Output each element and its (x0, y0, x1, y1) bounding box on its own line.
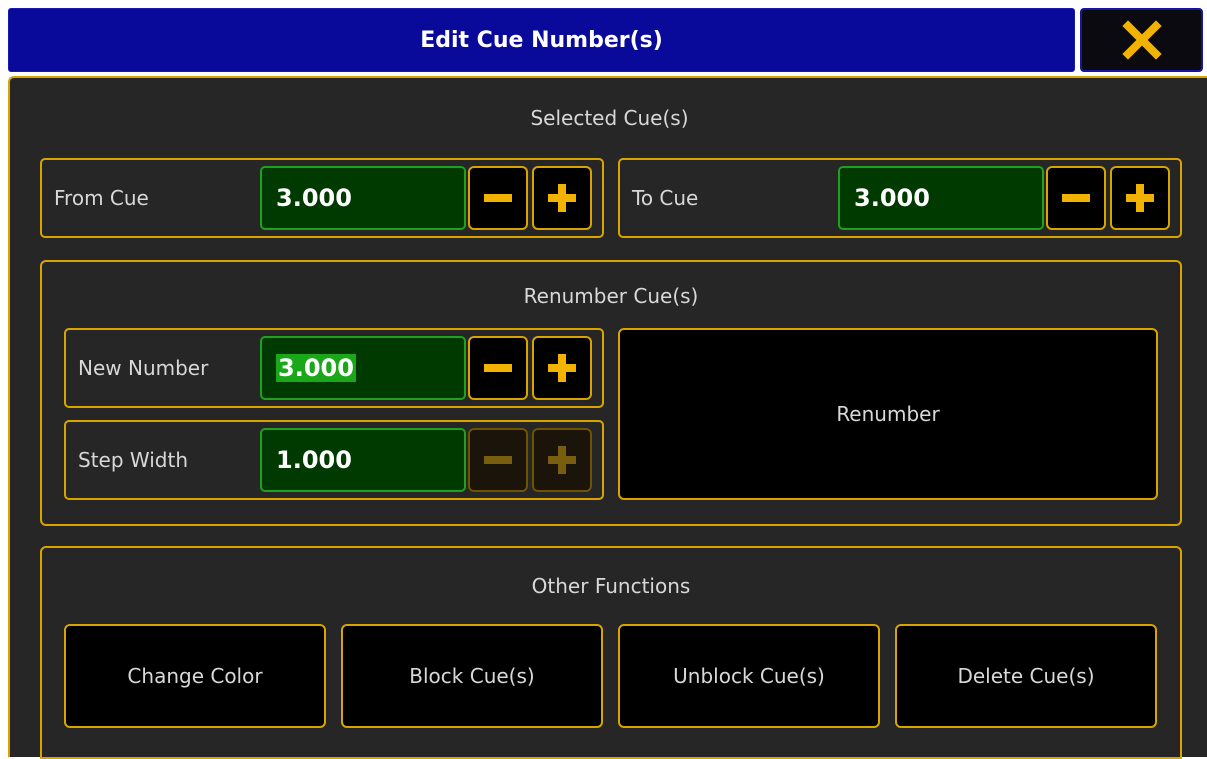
block-cues-label: Block Cue(s) (409, 664, 535, 688)
minus-icon (1062, 194, 1090, 202)
plus-icon (548, 446, 576, 474)
to-cue-minus-button[interactable] (1046, 166, 1106, 230)
renumber-button-label: Renumber (836, 402, 940, 426)
renumber-section-title: Renumber Cue(s) (523, 284, 699, 308)
minus-icon (484, 194, 512, 202)
plus-icon (548, 354, 576, 382)
dialog-panel: Selected Cue(s) From Cue 3.000 To Cue 3.… (8, 76, 1207, 759)
change-color-label: Change Color (127, 664, 263, 688)
step-width-value: 1.000 (276, 446, 352, 474)
unblock-cues-button[interactable]: Unblock Cue(s) (618, 624, 880, 728)
block-cues-button[interactable]: Block Cue(s) (341, 624, 603, 728)
minus-icon (484, 456, 512, 464)
plus-icon (1126, 184, 1154, 212)
dialog-title-bar: Edit Cue Number(s) (8, 8, 1075, 72)
from-cue-plus-button[interactable] (532, 166, 592, 230)
step-width-input[interactable]: 1.000 (260, 428, 466, 492)
dialog-title: Edit Cue Number(s) (420, 27, 663, 53)
delete-cues-label: Delete Cue(s) (957, 664, 1095, 688)
step-width-label: Step Width (78, 448, 188, 472)
step-width-row: Step Width 1.000 (64, 420, 604, 500)
new-number-value: 3.000 (276, 354, 356, 382)
change-color-button[interactable]: Change Color (64, 624, 326, 728)
renumber-button[interactable]: Renumber (618, 328, 1158, 500)
plus-icon (548, 184, 576, 212)
to-cue-label: To Cue (632, 186, 699, 210)
to-cue-value: 3.000 (854, 184, 930, 212)
renumber-group: Renumber Cue(s) New Number 3.000 Step Wi… (40, 260, 1182, 526)
other-functions-group: Other Functions Change Color Block Cue(s… (40, 546, 1182, 759)
step-width-minus-button[interactable] (468, 428, 528, 492)
new-number-plus-button[interactable] (532, 336, 592, 400)
close-button[interactable] (1080, 8, 1203, 72)
from-cue-label: From Cue (54, 186, 149, 210)
new-number-minus-button[interactable] (468, 336, 528, 400)
from-cue-row: From Cue 3.000 (40, 158, 604, 238)
step-width-plus-button[interactable] (532, 428, 592, 492)
close-icon (1121, 20, 1162, 60)
minus-icon (484, 364, 512, 372)
new-number-input[interactable]: 3.000 (260, 336, 466, 400)
delete-cues-button[interactable]: Delete Cue(s) (895, 624, 1157, 728)
other-functions-title: Other Functions (531, 574, 691, 598)
new-number-label: New Number (78, 356, 209, 380)
from-cue-input[interactable]: 3.000 (260, 166, 466, 230)
new-number-row: New Number 3.000 (64, 328, 604, 408)
from-cue-value: 3.000 (276, 184, 352, 212)
to-cue-plus-button[interactable] (1110, 166, 1170, 230)
from-cue-minus-button[interactable] (468, 166, 528, 230)
to-cue-row: To Cue 3.000 (618, 158, 1182, 238)
unblock-cues-label: Unblock Cue(s) (673, 664, 825, 688)
selected-cues-title: Selected Cue(s) (530, 106, 689, 130)
to-cue-input[interactable]: 3.000 (838, 166, 1044, 230)
